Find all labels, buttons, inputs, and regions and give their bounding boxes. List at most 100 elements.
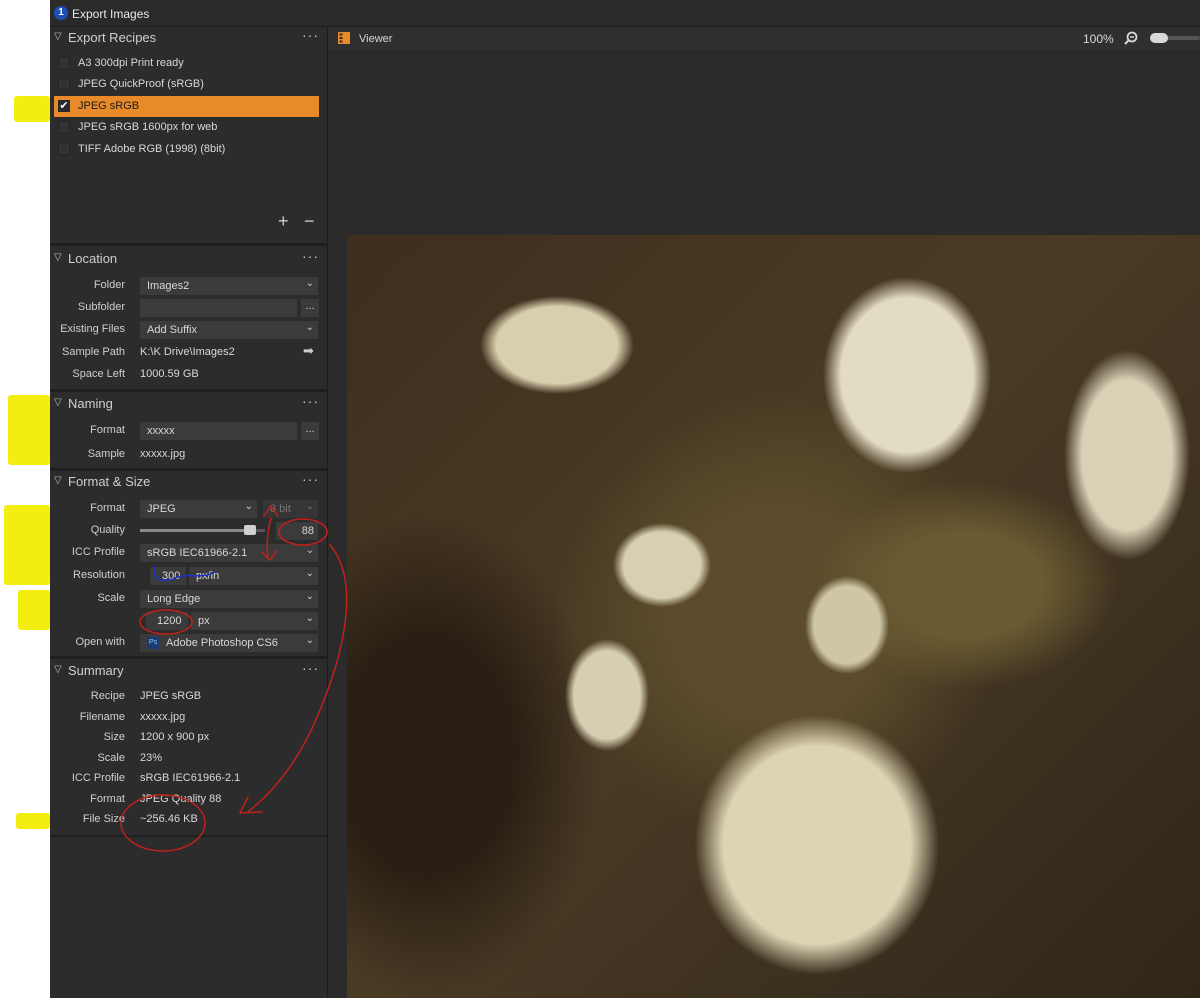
summary-label: ICC Profile [71, 772, 125, 784]
highlight-mark [14, 96, 50, 122]
recipe-item-selected[interactable]: ✔ JPEG sRGB [54, 96, 319, 117]
more-options-icon[interactable]: ··· [302, 471, 319, 487]
quality-label: Quality [90, 524, 125, 536]
checkmark-icon[interactable]: ✔ [58, 100, 70, 112]
folder-label: Folder [93, 279, 125, 291]
chevron-down-icon[interactable]: ▽ [54, 664, 62, 675]
naming-format-field[interactable]: xxxxx [140, 422, 297, 440]
zoom-level[interactable]: 100% [1083, 32, 1114, 46]
section-title: Naming [68, 396, 113, 411]
highlight-mark [8, 395, 50, 465]
summary-value: JPEG Quality 88 [140, 793, 222, 805]
export-recipes-header[interactable]: ▽ Export Recipes ··· [50, 27, 327, 49]
summary-header[interactable]: ▽ Summary ··· [50, 660, 327, 682]
open-with-select[interactable]: Ps Adobe Photoshop CS6 ⌄ [140, 634, 318, 652]
recipe-checkbox[interactable] [58, 57, 70, 69]
chevron-down-icon[interactable]: ▽ [54, 397, 62, 408]
naming-header[interactable]: ▽ Naming ··· [50, 393, 327, 415]
scale-size-input[interactable]: 1200 [146, 612, 188, 630]
folder-select[interactable]: Images2 ⌄ [140, 277, 318, 295]
recipe-label: JPEG sRGB 1600px for web [78, 121, 218, 133]
section-title: Format & Size [68, 474, 151, 489]
chevron-down-icon: ⌄ [305, 278, 314, 289]
scale-value: Long Edge [147, 593, 201, 605]
scale-unit-value: px [198, 615, 210, 627]
chevron-down-icon[interactable]: ▽ [54, 475, 62, 486]
zoom-icon[interactable] [1124, 31, 1138, 45]
quality-input[interactable]: 88 [276, 522, 318, 540]
subfolder-field[interactable] [140, 299, 297, 317]
recipe-label: JPEG QuickProof (sRGB) [78, 78, 204, 90]
quality-slider[interactable] [140, 525, 265, 535]
recipe-item[interactable]: TIFF Adobe RGB (1998) (8bit) [54, 139, 319, 160]
scale-unit-select[interactable]: px ⌄ [191, 612, 318, 630]
more-options-icon[interactable]: ··· [302, 248, 319, 264]
icc-profile-value: sRGB IEC61966-2.1 [147, 547, 248, 559]
scale-size-value: 1200 [157, 615, 182, 627]
space-left-value: 1000.59 GB [140, 368, 199, 380]
window-title: Export Images [72, 7, 150, 21]
summary-label: Size [103, 731, 125, 743]
location-header[interactable]: ▽ Location ··· [50, 248, 327, 270]
recipe-checkbox[interactable] [58, 78, 70, 90]
recipe-checkbox[interactable] [58, 143, 70, 155]
recipe-checkbox[interactable] [58, 121, 70, 133]
naming-tokens-button[interactable]: ... [301, 422, 319, 440]
format-size-header[interactable]: ▽ Format & Size ··· [50, 471, 327, 493]
arrow-right-icon[interactable]: ➡ [303, 343, 314, 359]
recipe-item[interactable]: A3 300dpi Print ready [54, 53, 319, 74]
existing-files-label: Existing Files [60, 323, 125, 335]
icc-profile-label: ICC Profile [71, 546, 125, 558]
resolution-input[interactable]: 300 [150, 567, 186, 585]
resolution-unit-select[interactable]: px/in ⌄ [189, 567, 318, 585]
zoom-slider-knob[interactable] [1150, 33, 1168, 43]
quality-slider-fill [140, 529, 250, 532]
summary-label: File Size [82, 813, 125, 825]
remove-recipe-button[interactable]: − [304, 211, 315, 232]
open-with-label: Open with [75, 636, 125, 648]
format-select[interactable]: JPEG ⌄ [140, 500, 257, 518]
quality-slider-knob[interactable] [244, 525, 256, 535]
recipe-item[interactable]: JPEG sRGB 1600px for web [54, 117, 319, 138]
sample-path-value: K:\K Drive\Images2 [140, 346, 235, 358]
sample-path-label: Sample Path [62, 346, 125, 358]
viewer-icon [338, 32, 350, 44]
more-options-icon[interactable]: ··· [302, 660, 319, 676]
existing-files-select[interactable]: Add Suffix ⌄ [140, 321, 318, 339]
section-divider [50, 243, 327, 246]
section-title: Export Recipes [68, 30, 157, 45]
open-with-value: Adobe Photoshop CS6 [166, 637, 278, 649]
chevron-down-icon[interactable]: ▽ [54, 252, 62, 263]
recipe-item[interactable]: JPEG QuickProof (sRGB) [54, 74, 319, 95]
chevron-down-icon: ⌄ [305, 501, 314, 512]
folder-value: Images2 [147, 280, 190, 292]
chevron-down-icon[interactable]: ▽ [54, 31, 62, 42]
summary-label: Format [90, 793, 125, 805]
add-recipe-button[interactable]: + [278, 211, 289, 232]
zoom-slider[interactable] [1150, 33, 1200, 43]
naming-sample-label: Sample [87, 448, 125, 460]
scale-label: Scale [97, 592, 125, 604]
highlight-mark [4, 505, 50, 585]
app-logo-icon: 1 [54, 6, 68, 20]
naming-format-label: Format [90, 424, 125, 436]
highlight-mark [16, 813, 50, 829]
chevron-down-icon: ⌄ [305, 545, 314, 556]
summary-label: Recipe [90, 690, 125, 702]
section-title: Location [68, 251, 118, 266]
scale-select[interactable]: Long Edge ⌄ [140, 590, 318, 608]
existing-files-value: Add Suffix [147, 324, 197, 336]
more-options-icon[interactable]: ··· [302, 27, 319, 43]
browse-button[interactable]: ... [301, 299, 319, 317]
chevron-down-icon: ⌄ [305, 635, 314, 646]
icc-profile-select[interactable]: sRGB IEC61966-2.1 ⌄ [140, 544, 318, 562]
bit-depth-select[interactable]: 8 bit ⌄ [263, 500, 318, 518]
summary-label: Filename [79, 711, 125, 723]
section-title: Summary [68, 663, 124, 678]
more-options-icon[interactable]: ··· [302, 393, 319, 409]
summary-value: 23% [140, 752, 163, 764]
section-divider [50, 389, 327, 392]
chevron-down-icon: ⌄ [305, 613, 314, 624]
viewer-toolbar: Viewer 100% [328, 27, 1200, 52]
viewer-title: Viewer [359, 33, 393, 45]
